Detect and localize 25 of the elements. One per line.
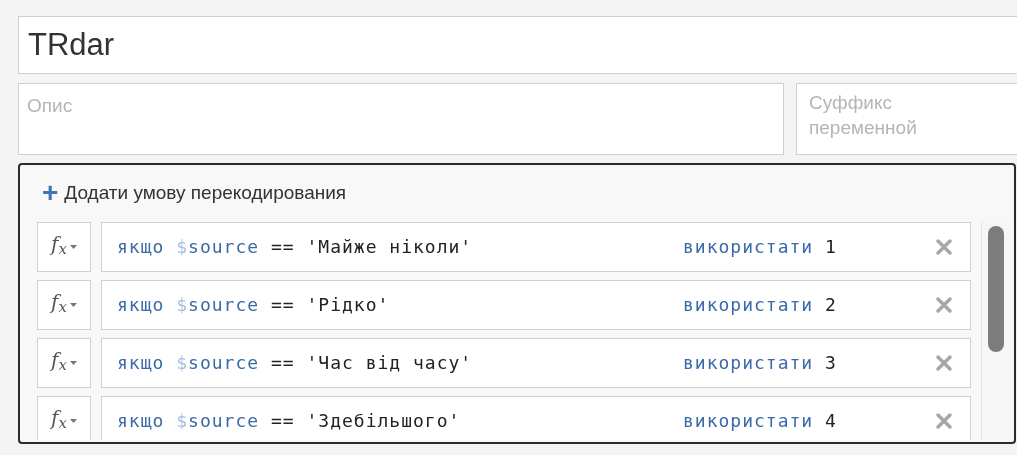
- rule-field[interactable]: якщо $source == 'Рідко' використати 2: [101, 279, 971, 330]
- caret-icon: [69, 302, 77, 307]
- result-code: використати 1: [683, 235, 837, 259]
- suffix-field[interactable]: Суффикс переменной: [796, 83, 1017, 155]
- result-code: використати 4: [683, 409, 837, 433]
- function-button[interactable]: f$_{x}$: [37, 279, 91, 330]
- name-field[interactable]: TRdar: [18, 16, 1017, 74]
- function-button[interactable]: f$_{x}$: [37, 337, 91, 388]
- condition-code: якщо $source == 'Майже ніколи': [117, 235, 474, 259]
- rule-field[interactable]: якщо $source == 'Час від часу' використати 3: [101, 337, 971, 388]
- function-button[interactable]: f$_{x}$: [37, 395, 91, 440]
- add-condition-button[interactable]: + Додати умову перекодирования: [42, 179, 347, 208]
- condition-code: якщо $source == 'Рідко': [117, 293, 391, 317]
- condition-code: якщо $source == 'Час від часу': [117, 351, 474, 375]
- caret-icon: [69, 360, 77, 365]
- function-button[interactable]: f$_{x}$: [37, 221, 91, 272]
- caret-icon: [69, 244, 77, 249]
- rule-field[interactable]: якщо $source == 'Здебільшого' використати 4: [101, 395, 971, 440]
- scrollbar-thumb[interactable]: [987, 225, 1004, 352]
- caret-icon: [69, 418, 77, 423]
- description-field[interactable]: Опис: [18, 83, 784, 155]
- result-code: використати 2: [683, 293, 837, 317]
- condition-code: якщо $source == 'Здебільшого': [117, 409, 462, 433]
- result-code: використати 3: [683, 351, 837, 375]
- rule-field[interactable]: якщо $source == 'Майже ніколи' використати 1: [101, 221, 971, 272]
